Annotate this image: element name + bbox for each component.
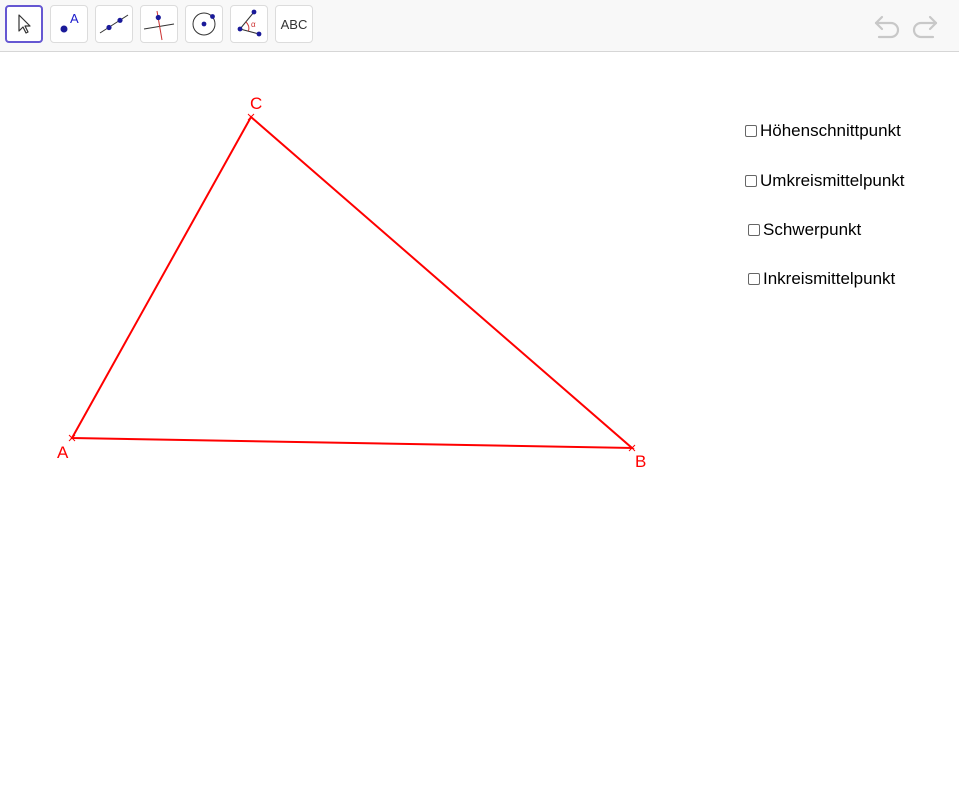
checkbox-box[interactable]: [745, 125, 757, 137]
line-icon: [99, 14, 129, 34]
point-icon: A: [60, 11, 79, 33]
point-icon-label: A: [70, 11, 79, 26]
checkbox-label: Inkreismittelpunkt: [763, 269, 896, 288]
construction-svg: [68, 113, 636, 452]
angle-tool-button[interactable]: α: [230, 5, 268, 43]
checkbox-hoehenschnittpunkt[interactable]: Höhenschnittpunkt: [745, 121, 901, 141]
checkbox-label: Umkreismittelpunkt: [760, 171, 905, 190]
angle-icon: α: [237, 9, 262, 37]
checkbox-schwerpunkt[interactable]: Schwerpunkt: [748, 220, 861, 240]
toolbar: A α ABC: [0, 0, 959, 52]
point-c-label: C: [250, 94, 263, 113]
line-tool-button[interactable]: [95, 5, 133, 43]
perpendicular-tool-button[interactable]: [140, 5, 178, 43]
triangle-abc[interactable]: [70, 115, 635, 450]
redo-icon: [912, 15, 938, 39]
circle-icon: [192, 12, 216, 36]
perpendicular-line-icon: [143, 10, 175, 41]
circle-tool-button[interactable]: [185, 5, 223, 43]
geogebra-app: A α ABC A B C Höhenschnittpunkt Umkreism…: [0, 0, 959, 800]
point-markers: [68, 113, 636, 452]
checkbox-box[interactable]: [748, 224, 760, 236]
checkbox-inkreismittelpunkt[interactable]: Inkreismittelpunkt: [748, 269, 895, 289]
checkbox-umkreismittelpunkt[interactable]: Umkreismittelpunkt: [745, 171, 905, 191]
redo-button[interactable]: [908, 12, 940, 40]
checkbox-box[interactable]: [745, 175, 757, 187]
point-a-label: A: [57, 443, 69, 462]
text-tool-button[interactable]: ABC: [275, 5, 313, 43]
undo-icon: [874, 15, 900, 39]
move-arrow-icon: [18, 14, 31, 34]
move-tool-button[interactable]: [5, 5, 43, 43]
point-tool-button[interactable]: A: [50, 5, 88, 43]
text-tool-icon: ABC: [280, 16, 308, 32]
checkbox-label: Schwerpunkt: [763, 220, 862, 239]
angle-icon-label: α: [251, 20, 256, 29]
undo-button[interactable]: [872, 12, 904, 40]
checkbox-box[interactable]: [748, 273, 760, 285]
graphics-view[interactable]: A B C Höhenschnittpunkt Umkreismittelpun…: [0, 53, 959, 800]
checkbox-label: Höhenschnittpunkt: [760, 121, 901, 140]
point-b-label: B: [635, 452, 647, 471]
